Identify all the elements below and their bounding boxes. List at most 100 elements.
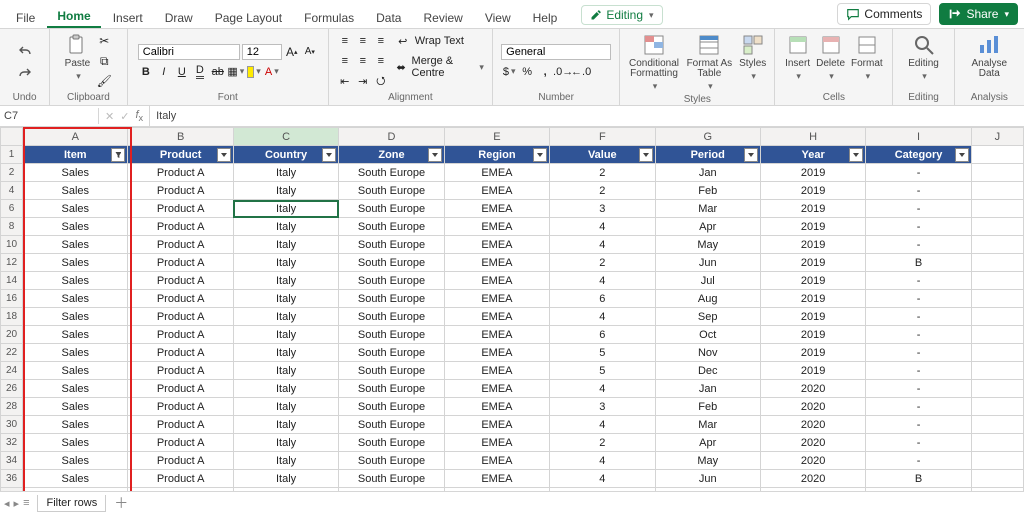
- cell[interactable]: Product A: [128, 488, 233, 492]
- sheet-all-icon[interactable]: ≡: [23, 497, 29, 510]
- cell[interactable]: Sales: [23, 452, 128, 470]
- cell[interactable]: [971, 272, 1023, 290]
- cell[interactable]: Italy: [233, 470, 338, 488]
- double-underline-button[interactable]: D: [192, 64, 208, 80]
- cell[interactable]: EMEA: [444, 452, 549, 470]
- row-header[interactable]: 12: [1, 254, 23, 272]
- cancel-formula-icon[interactable]: ✕: [105, 110, 114, 123]
- redo-icon[interactable]: [17, 65, 33, 81]
- tab-formulas[interactable]: Formulas: [294, 7, 364, 28]
- row-header[interactable]: 30: [1, 416, 23, 434]
- cell[interactable]: 3: [550, 200, 655, 218]
- row-header[interactable]: 36: [1, 470, 23, 488]
- decrease-indent-icon[interactable]: ⇤: [337, 73, 353, 89]
- cell[interactable]: Sales: [23, 434, 128, 452]
- table-header-cell[interactable]: Country: [233, 146, 338, 164]
- cell[interactable]: Italy: [233, 452, 338, 470]
- strike-button[interactable]: ab: [210, 64, 226, 80]
- row-header[interactable]: 1: [1, 146, 23, 164]
- cell[interactable]: Product A: [128, 452, 233, 470]
- cell[interactable]: B: [866, 470, 971, 488]
- cell[interactable]: 2020: [760, 470, 865, 488]
- cell[interactable]: 2019: [760, 182, 865, 200]
- table-header-cell[interactable]: Zone: [339, 146, 444, 164]
- decrease-font-icon[interactable]: A▾: [302, 44, 318, 60]
- cell[interactable]: [971, 470, 1023, 488]
- cell[interactable]: South Europe: [339, 254, 444, 272]
- tab-home[interactable]: Home: [47, 5, 100, 28]
- column-header-D[interactable]: D: [339, 128, 444, 146]
- cell[interactable]: 4: [550, 308, 655, 326]
- cell[interactable]: Feb: [655, 182, 760, 200]
- increase-decimal-icon[interactable]: .0→: [555, 64, 571, 80]
- cell[interactable]: [971, 398, 1023, 416]
- column-header-B[interactable]: B: [128, 128, 233, 146]
- cell[interactable]: 2020: [760, 416, 865, 434]
- table-header-cell[interactable]: Region: [444, 146, 549, 164]
- cell[interactable]: Sales: [23, 488, 128, 492]
- editing-group-button[interactable]: Editing▾: [908, 33, 939, 82]
- name-box[interactable]: C7: [0, 108, 99, 124]
- cell[interactable]: South Europe: [339, 362, 444, 380]
- cell[interactable]: 2019: [760, 218, 865, 236]
- cell[interactable]: EMEA: [444, 344, 549, 362]
- cell[interactable]: Oct: [655, 326, 760, 344]
- tab-data[interactable]: Data: [366, 7, 411, 28]
- cell[interactable]: South Europe: [339, 182, 444, 200]
- cell[interactable]: EMEA: [444, 470, 549, 488]
- filter-button[interactable]: [428, 148, 442, 162]
- cell[interactable]: Italy: [233, 218, 338, 236]
- cell[interactable]: -: [866, 434, 971, 452]
- increase-indent-icon[interactable]: ⇥: [355, 73, 371, 89]
- tab-page-layout[interactable]: Page Layout: [205, 7, 292, 28]
- cell[interactable]: Apr: [655, 218, 760, 236]
- cell[interactable]: EMEA: [444, 308, 549, 326]
- cell[interactable]: South Europe: [339, 416, 444, 434]
- cell[interactable]: Product A: [128, 254, 233, 272]
- cell[interactable]: May: [655, 452, 760, 470]
- cell[interactable]: 5: [550, 362, 655, 380]
- cell[interactable]: [971, 218, 1023, 236]
- row-header[interactable]: 2: [1, 164, 23, 182]
- increase-font-icon[interactable]: A▴: [284, 44, 300, 60]
- filter-button[interactable]: [744, 148, 758, 162]
- cell[interactable]: -: [866, 416, 971, 434]
- bold-button[interactable]: B: [138, 64, 154, 80]
- cell[interactable]: 2019: [760, 200, 865, 218]
- cell[interactable]: Sales: [23, 164, 128, 182]
- sheet-tab[interactable]: Filter rows: [37, 495, 106, 512]
- cell[interactable]: Sales: [23, 236, 128, 254]
- row-header[interactable]: 26: [1, 380, 23, 398]
- align-bottom-icon[interactable]: ≡: [373, 33, 389, 49]
- cell[interactable]: EMEA: [444, 416, 549, 434]
- cell[interactable]: Sep: [655, 308, 760, 326]
- cell[interactable]: Product A: [128, 380, 233, 398]
- currency-icon[interactable]: $▾: [501, 64, 517, 80]
- cell[interactable]: 2019: [760, 362, 865, 380]
- column-header-E[interactable]: E: [444, 128, 549, 146]
- cell[interactable]: [971, 416, 1023, 434]
- row-header[interactable]: 16: [1, 290, 23, 308]
- cell[interactable]: Feb: [655, 398, 760, 416]
- table-header-cell[interactable]: Category: [866, 146, 971, 164]
- cell[interactable]: Sales: [23, 308, 128, 326]
- cell[interactable]: -: [866, 182, 971, 200]
- format-painter-icon[interactable]: 🖌: [96, 73, 112, 89]
- column-header-F[interactable]: F: [550, 128, 655, 146]
- cell[interactable]: -: [866, 488, 971, 492]
- filter-button[interactable]: [111, 148, 125, 162]
- cell[interactable]: Sales: [23, 398, 128, 416]
- cell[interactable]: Product A: [128, 236, 233, 254]
- column-header-C[interactable]: C: [233, 128, 338, 146]
- cell[interactable]: 6: [550, 290, 655, 308]
- underline-button[interactable]: U: [174, 64, 190, 80]
- cell[interactable]: 4: [550, 218, 655, 236]
- cell[interactable]: Jan: [655, 380, 760, 398]
- cell[interactable]: South Europe: [339, 488, 444, 492]
- cell[interactable]: Jan: [655, 164, 760, 182]
- cell[interactable]: 2019: [760, 326, 865, 344]
- filter-button[interactable]: [639, 148, 653, 162]
- cell[interactable]: Product A: [128, 164, 233, 182]
- cell[interactable]: -: [866, 164, 971, 182]
- cell[interactable]: Aug: [655, 290, 760, 308]
